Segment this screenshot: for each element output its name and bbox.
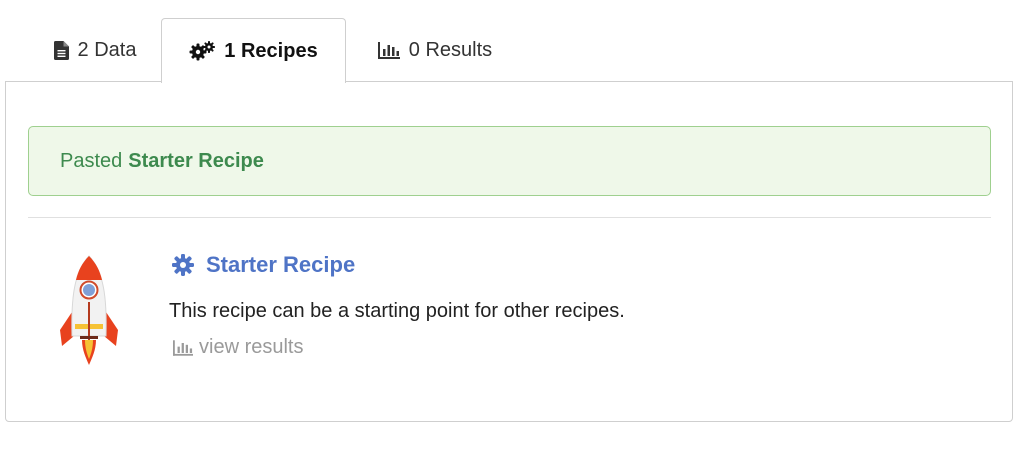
alert-recipe-name: Starter Recipe	[128, 149, 264, 172]
tab-recipes-label: Recipes	[240, 39, 318, 62]
tab-bar: 2 Data 1 Recipes 0 Results	[5, 18, 1013, 83]
view-results-link[interactable]: view results	[173, 336, 303, 359]
tab-results-label: Results	[425, 38, 493, 61]
recipes-panel: Pasted Starter Recipe Starter Recipe Thi…	[5, 81, 1013, 422]
rocket-icon	[58, 254, 120, 366]
alert-prefix: Pasted	[60, 149, 123, 172]
tab-data-label: Data	[94, 38, 137, 61]
tab-data-count: 2	[77, 38, 89, 61]
file-icon	[53, 40, 69, 60]
recipe-title-link[interactable]: Starter Recipe	[172, 252, 355, 278]
tab-recipes-count: 1	[224, 39, 236, 62]
tab-data[interactable]: 2 Data	[25, 18, 165, 82]
tab-results[interactable]: 0 Results	[365, 18, 505, 82]
divider	[28, 217, 991, 218]
bar-chart-icon	[377, 41, 400, 59]
recipe-title: Starter Recipe	[206, 252, 356, 277]
gears-icon	[189, 41, 216, 61]
bar-chart-icon	[173, 339, 193, 356]
tab-recipes[interactable]: 1 Recipes	[161, 18, 346, 83]
recipe-description: This recipe can be a starting point for …	[169, 300, 625, 322]
tab-results-count: 0	[408, 38, 420, 61]
success-alert: Pasted Starter Recipe	[28, 126, 991, 196]
gear-icon	[172, 254, 194, 276]
view-results-label: view results	[199, 336, 304, 358]
